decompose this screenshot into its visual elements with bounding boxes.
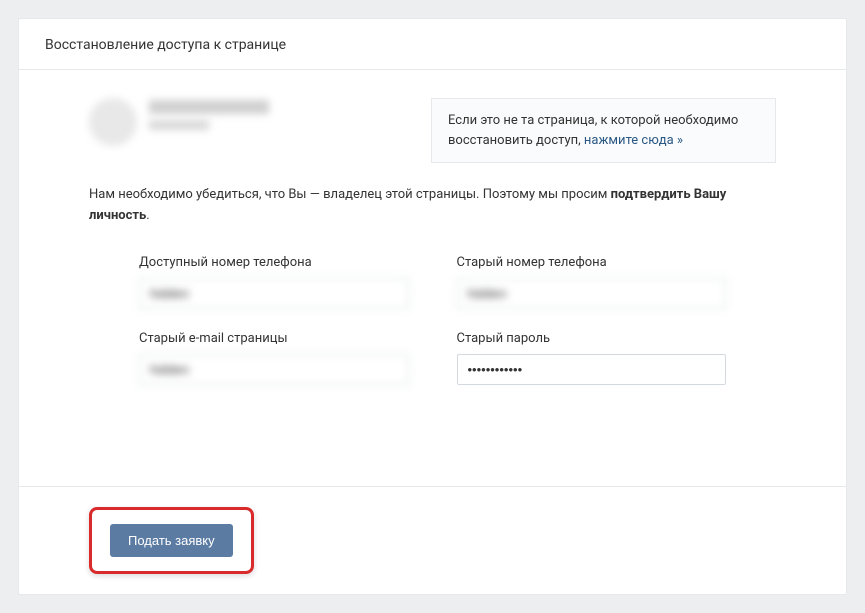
restore-access-panel: Восстановление доступа к странице Если э… bbox=[18, 18, 847, 595]
old-email-group: Старый e-mail страницы bbox=[139, 331, 409, 385]
old-email-input[interactable] bbox=[139, 354, 409, 385]
old-phone-group: Старый номер телефона bbox=[457, 255, 727, 309]
profile-name-blurred bbox=[149, 100, 269, 114]
old-phone-input[interactable] bbox=[457, 278, 727, 309]
old-password-label: Старый пароль bbox=[457, 331, 727, 346]
click-here-link[interactable]: нажмите сюда » bbox=[584, 133, 683, 148]
top-row: Если это не та страница, к которой необх… bbox=[89, 98, 776, 163]
old-password-input[interactable] bbox=[457, 354, 727, 385]
verify-identity-text: Нам необходимо убедиться, что Вы — владе… bbox=[89, 185, 776, 227]
panel-body: Если это не та страница, к которой необх… bbox=[19, 70, 846, 486]
submit-highlight-box: Подать заявку bbox=[89, 507, 254, 574]
form-grid: Доступный номер телефона Старый номер те… bbox=[89, 255, 776, 385]
verify-before: Нам необходимо убедиться, что Вы — владе… bbox=[89, 187, 611, 202]
submit-button[interactable]: Подать заявку bbox=[110, 524, 233, 557]
old-phone-label: Старый номер телефона bbox=[457, 255, 727, 270]
profile-info bbox=[149, 98, 269, 130]
old-email-label: Старый e-mail страницы bbox=[139, 331, 409, 346]
wrong-page-notice: Если это не та страница, к которой необх… bbox=[431, 98, 776, 163]
panel-footer: Подать заявку bbox=[19, 486, 846, 594]
profile-sub-blurred bbox=[149, 120, 209, 130]
page-title: Восстановление доступа к странице bbox=[45, 37, 820, 53]
avatar bbox=[89, 98, 137, 146]
available-phone-group: Доступный номер телефона bbox=[139, 255, 409, 309]
panel-header: Восстановление доступа к странице bbox=[19, 19, 846, 70]
old-password-group: Старый пароль bbox=[457, 331, 727, 385]
verify-after: . bbox=[146, 208, 149, 223]
profile-block bbox=[89, 98, 371, 163]
available-phone-label: Доступный номер телефона bbox=[139, 255, 409, 270]
available-phone-input[interactable] bbox=[139, 278, 409, 309]
